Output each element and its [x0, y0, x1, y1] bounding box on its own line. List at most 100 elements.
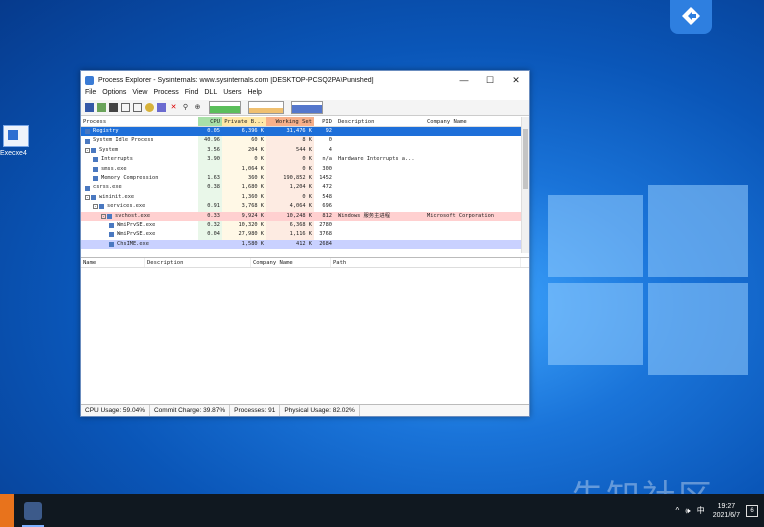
target-icon[interactable]: ⊕: [193, 103, 202, 112]
pid-cell: 2780: [319, 221, 332, 228]
process-row[interactable]: Memory Compression 1.63 360 K 190,852 K 1452: [81, 173, 529, 184]
description-cell: Windows 服务主进程: [338, 212, 390, 219]
menu-view[interactable]: View: [132, 89, 147, 100]
process-row[interactable]: - services.exe 0.91 3,768 K 4,064 K 696: [81, 202, 529, 212]
description-cell: [336, 183, 425, 192]
clock[interactable]: 19:27 2021/6/7: [713, 502, 740, 520]
process-row[interactable]: Interrupts 3.90 0 K0 Kn/a Hardware Interrup…: [81, 155, 529, 165]
pid-cell: 812: [322, 212, 332, 219]
col-lower-company[interactable]: Company Name: [251, 258, 331, 267]
process-row[interactable]: csrss.exe 0.38 1,680 K 1,204 K 472: [81, 183, 529, 193]
process-row[interactable]: WmiPrvSE.exe 0.04 27,980 K 1,116 K 3768: [81, 230, 529, 240]
pid-cell: 92: [325, 128, 332, 134]
kill-process-icon[interactable]: ✕: [169, 103, 178, 112]
refresh-icon[interactable]: [97, 103, 106, 112]
options-icon[interactable]: [145, 103, 154, 112]
cpu-cell: 0.38: [198, 183, 222, 193]
start-button[interactable]: [0, 494, 14, 527]
tree-expander[interactable]: -: [85, 194, 90, 200]
tree-expander[interactable]: -: [101, 213, 106, 219]
cpu-graph[interactable]: [209, 101, 241, 114]
cpu-cell: [198, 164, 222, 174]
description-cell: [336, 202, 425, 211]
menu-find[interactable]: Find: [185, 89, 199, 100]
commit-graph[interactable]: [248, 101, 284, 114]
find-icon[interactable]: ⚲: [181, 103, 190, 112]
working-set-cell: 0 K: [266, 192, 314, 203]
col-company[interactable]: Company Name: [425, 117, 520, 126]
menu-process[interactable]: Process: [153, 89, 178, 100]
close-button[interactable]: ✕: [503, 75, 529, 86]
save-icon[interactable]: [85, 103, 94, 112]
col-pid[interactable]: PID: [314, 117, 336, 126]
process-list: Process CPU Private B... Working Set PID…: [81, 117, 529, 253]
working-set-cell: 412 K: [296, 240, 312, 247]
taskbar: ^ 🕪 中 19:27 2021/6/7 6: [0, 494, 764, 527]
pid-cell: 0: [328, 137, 332, 144]
col-process[interactable]: Process: [81, 117, 198, 126]
process-list-scrollbar[interactable]: [521, 117, 529, 253]
process-row[interactable]: System Idle Process 40.96 60 K8 K 0: [81, 136, 529, 146]
process-icon: [85, 185, 90, 191]
lower-pane-icon[interactable]: [133, 103, 142, 112]
process-name: System: [99, 146, 119, 153]
process-row[interactable]: - svchost.exe 0.33 9,924 K 10,248 K 812 Window…: [81, 211, 529, 221]
process-name-cell: ChsIME.exe: [81, 240, 198, 249]
menu-bar: File Options View Process Find DLL Users Help: [81, 89, 529, 100]
process-explorer-taskbar-icon[interactable]: [22, 501, 44, 527]
clock-time: 19:27: [717, 502, 736, 510]
private-bytes-cell: 1,360 K: [222, 192, 266, 203]
status-bar: CPU Usage: 59.04% Commit Charge: 39.87% …: [81, 404, 529, 416]
process-row[interactable]: Registry 0.05 6,396 K 31,476 K 92: [81, 127, 529, 137]
private-bytes-cell: 1,680 K: [222, 183, 266, 193]
tree-expander[interactable]: -: [93, 204, 98, 210]
recycle-app-icon[interactable]: [670, 0, 712, 34]
process-name: svchost.exe: [115, 212, 151, 219]
title-bar[interactable]: Process Explorer - Sysinternals: www.sys…: [81, 71, 529, 89]
cpu-cell: 0.32: [198, 220, 222, 231]
cpu-cell: 1.63: [198, 173, 222, 184]
col-cpu[interactable]: CPU: [198, 117, 222, 126]
menu-dll[interactable]: DLL: [204, 89, 217, 100]
menu-help[interactable]: Help: [248, 89, 262, 100]
working-set-cell: 0 K: [266, 164, 314, 174]
notification-center-icon[interactable]: 6: [746, 504, 758, 517]
process-row[interactable]: smss.exe 1,064 K0 K 300: [81, 164, 529, 174]
menu-options[interactable]: Options: [102, 89, 126, 100]
company-cell: [425, 202, 520, 211]
io-graph[interactable]: [291, 101, 323, 114]
private-bytes-cell: 3,768 K: [222, 202, 266, 212]
menu-users[interactable]: Users: [223, 89, 241, 100]
description-cell: [336, 146, 425, 155]
process-row[interactable]: - wininit.exe 1,360 K0 K 548: [81, 192, 529, 203]
col-lower-description[interactable]: Description: [145, 258, 251, 267]
process-row[interactable]: WmiPrvSE.exe 0.32 10,320 K 6,368 K 2780: [81, 220, 529, 231]
menu-file[interactable]: File: [85, 89, 96, 100]
tree-expander[interactable]: -: [85, 147, 90, 153]
description-cell: [336, 230, 425, 239]
process-row[interactable]: ChsIME.exe 1,580 K 412 K 2684: [81, 239, 529, 250]
col-working-set[interactable]: Working Set: [266, 117, 314, 126]
working-set-cell: 6,368 K: [266, 220, 314, 231]
maximize-button[interactable]: ☐: [477, 75, 503, 86]
process-name-cell: - wininit.exe: [81, 193, 198, 202]
col-description[interactable]: Description: [336, 117, 425, 126]
tray-icons[interactable]: ^ 🕪 中: [676, 505, 707, 516]
system-info-icon[interactable]: [109, 103, 118, 112]
col-private-bytes[interactable]: Private B...: [222, 117, 266, 126]
process-name-cell: csrss.exe: [81, 183, 198, 192]
company-cell: [425, 146, 520, 155]
process-name-cell: - System: [81, 146, 198, 155]
lower-pane: Name Description Company Name Path: [81, 257, 529, 404]
desktop-file-icon[interactable]: Execxe4: [0, 125, 42, 157]
tree-view-icon[interactable]: [121, 103, 130, 112]
properties-icon[interactable]: [157, 103, 166, 112]
process-row[interactable]: - System 3.56 204 K 544 K 4: [81, 145, 529, 156]
windows-wallpaper-logo: [520, 185, 750, 375]
description-cell: [336, 165, 425, 174]
col-name[interactable]: Name: [81, 258, 145, 267]
minimize-button[interactable]: —: [451, 75, 477, 85]
col-path[interactable]: Path: [331, 258, 521, 267]
private-bytes-cell: 9,924 K: [241, 212, 264, 219]
working-set-cell: 0 K: [266, 155, 314, 165]
